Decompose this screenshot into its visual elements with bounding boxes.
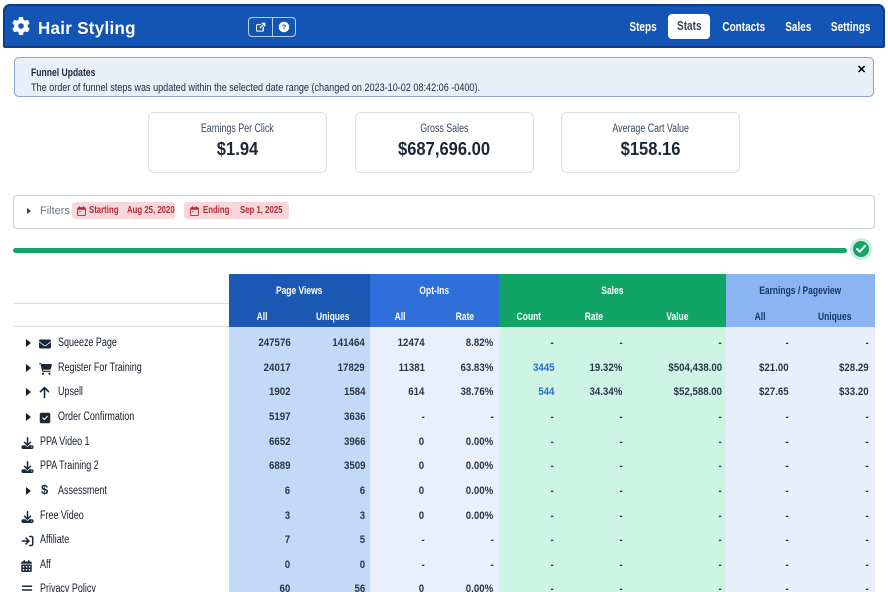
svg-text:?: ? [281,23,286,32]
